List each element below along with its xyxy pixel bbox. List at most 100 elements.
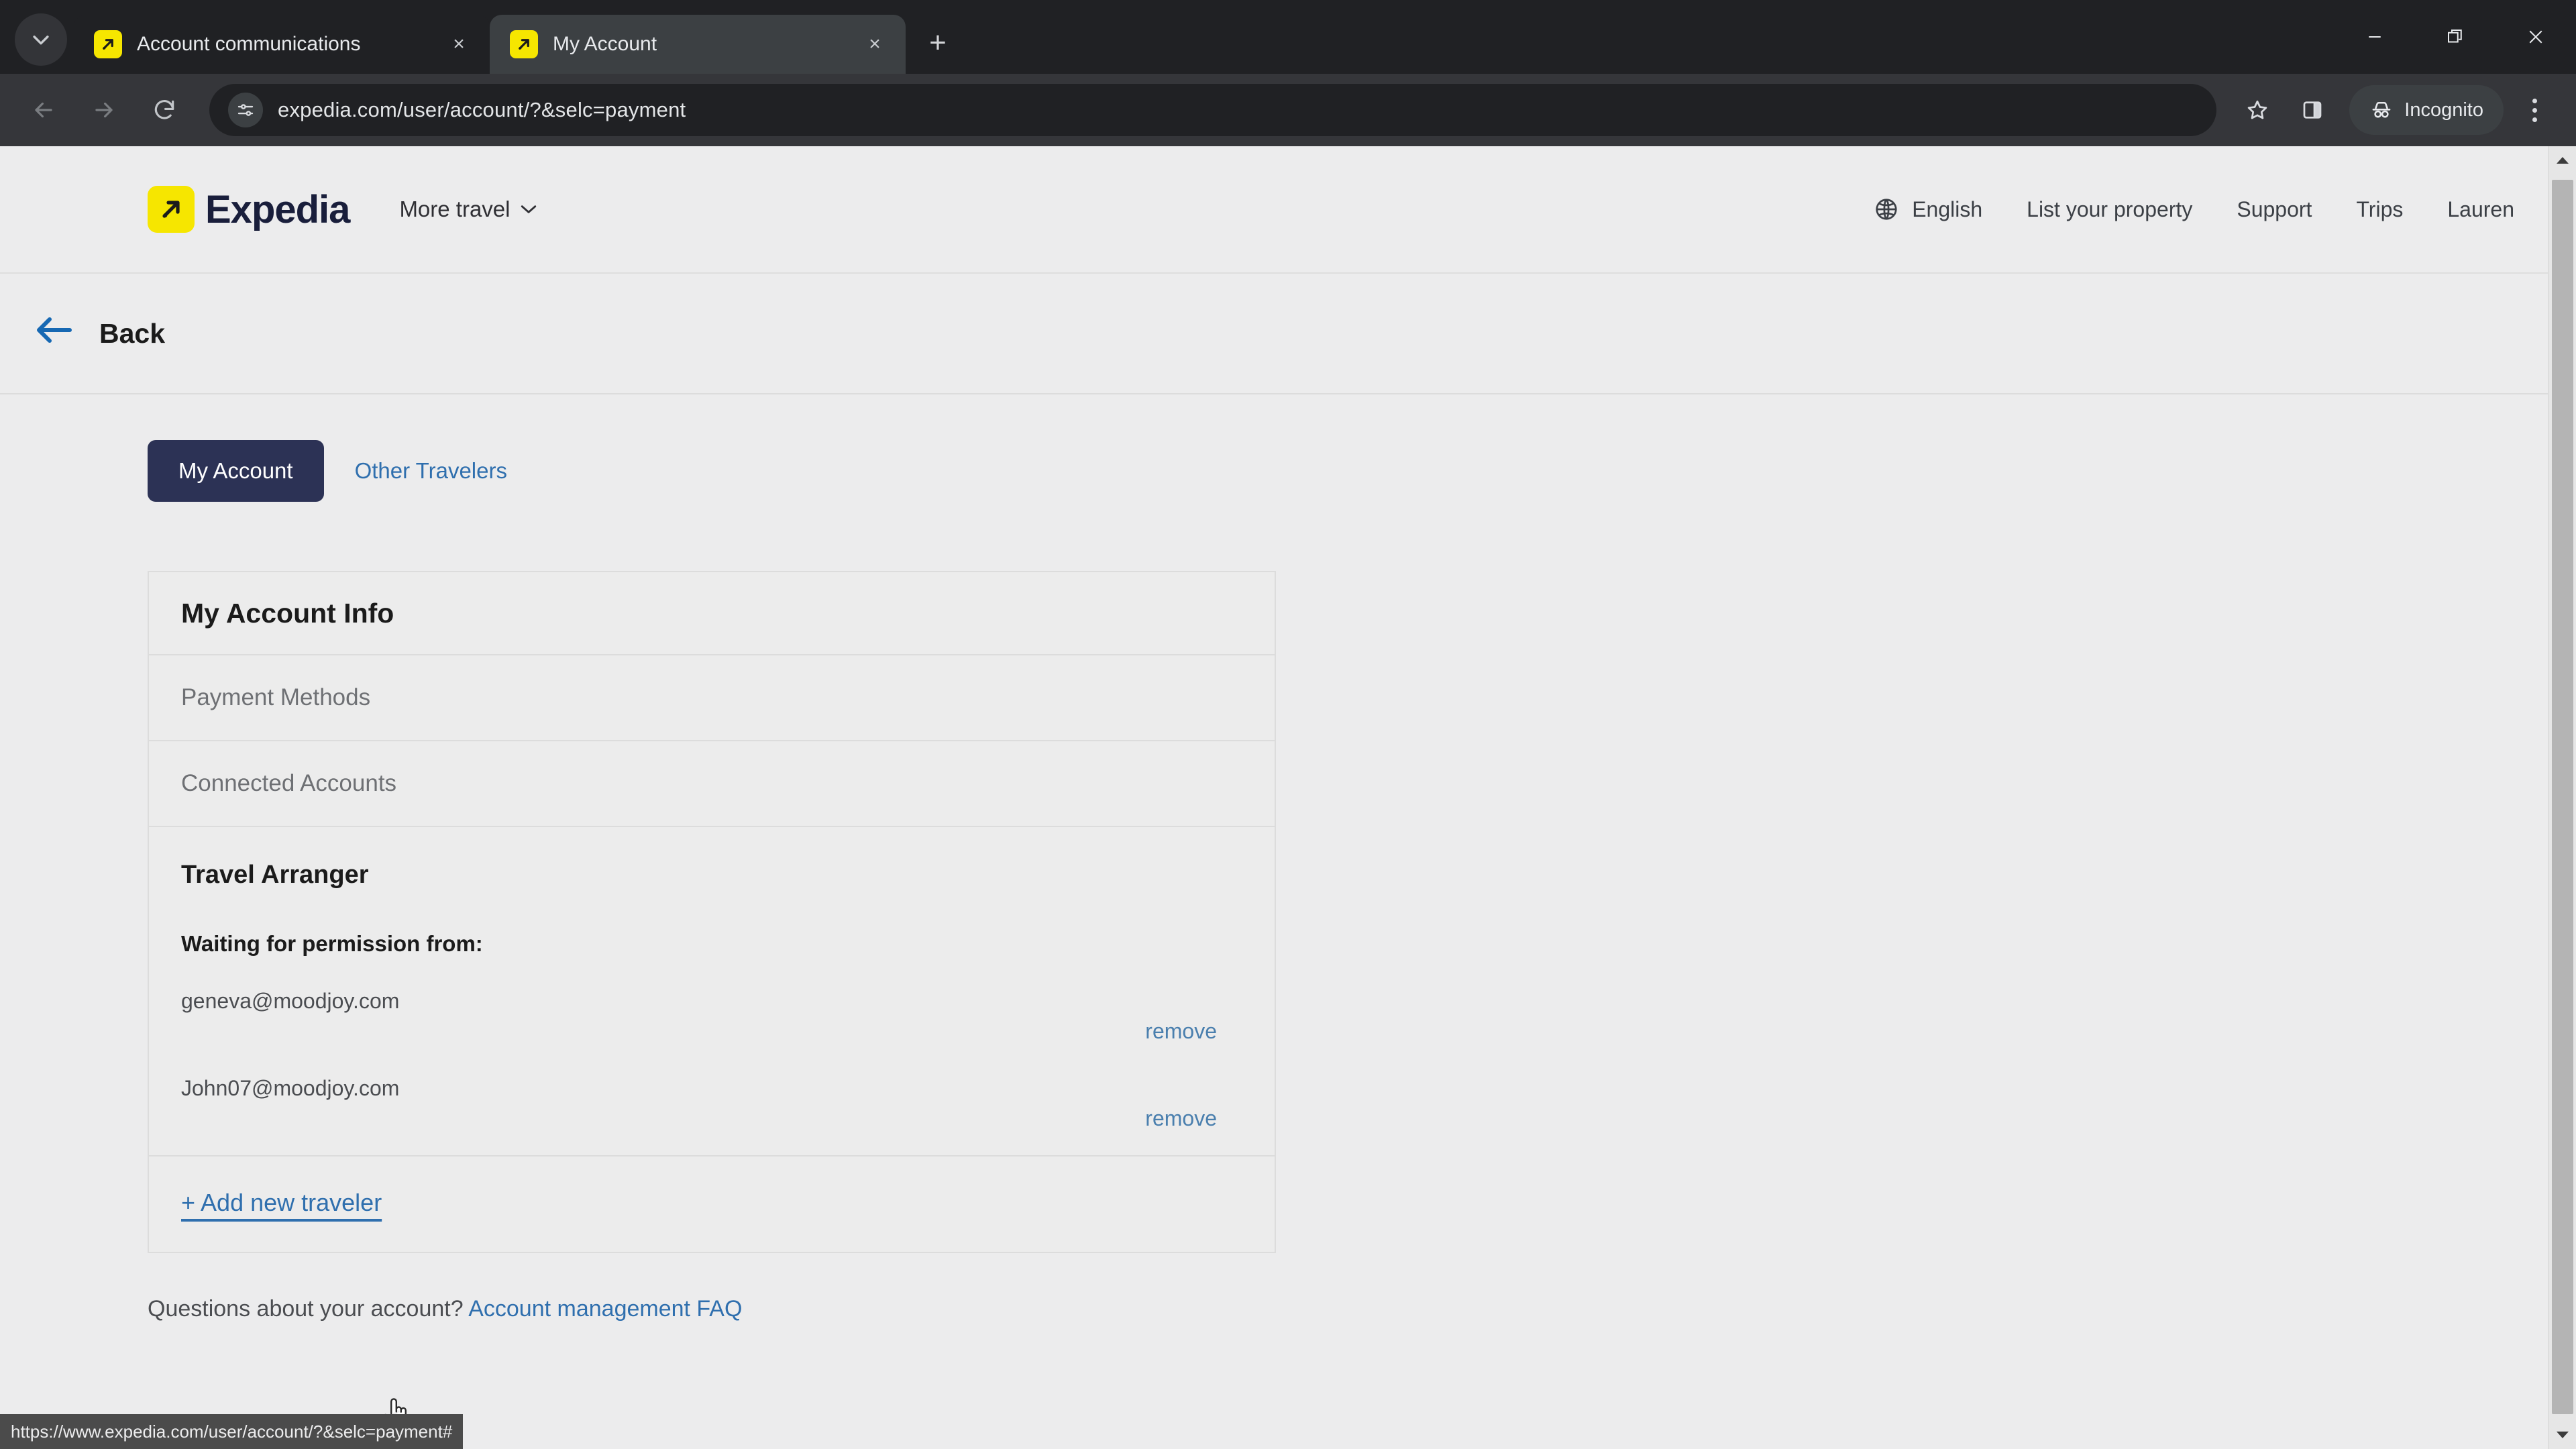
nav-support[interactable]: Support [2237,197,2312,222]
header-nav: English List your property Support Trips… [1874,197,2514,222]
add-new-traveler-link[interactable]: + Add new traveler [181,1189,382,1217]
tab-close-button[interactable]: × [443,28,475,60]
back-arrow-icon[interactable] [35,315,72,352]
kebab-dot [2532,98,2537,103]
connected-accounts-label: Connected Accounts [181,770,397,796]
url-text[interactable]: expedia.com/user/account/?&selc=payment [278,98,686,122]
page-viewport: Expedia More travel English List your pr… [0,146,2576,1449]
tab-search-button[interactable] [15,13,67,66]
browser-tab-2[interactable]: My Account × [490,15,906,74]
more-travel-menu[interactable]: More travel [399,197,537,222]
scrollbar-thumb[interactable] [2552,180,2573,1414]
bookmark-button[interactable] [2233,85,2282,135]
arrow-left-icon [35,102,52,118]
globe-icon [1876,199,1897,220]
browser-window: Account communications × My Account × + [0,0,2576,1449]
nav-list-property[interactable]: List your property [2027,197,2192,222]
incognito-label: Incognito [2404,99,2483,121]
status-url: https://www.expedia.com/user/account/?&s… [11,1421,453,1442]
forward-button[interactable] [78,84,130,136]
nav-trips[interactable]: Trips [2356,197,2403,222]
scroll-down-button[interactable] [2548,1421,2576,1449]
travel-arranger-section: Travel Arranger Waiting for permission f… [149,827,1275,1157]
triangle-down-icon [2557,1432,2569,1438]
scroll-up-button[interactable] [2548,146,2576,174]
nav-language[interactable]: English [1874,197,1982,222]
arrow-left-icon [37,317,72,343]
card-header-row: My Account Info [149,572,1275,655]
tab-my-account[interactable]: My Account [148,440,324,502]
minimize-button[interactable] [2334,0,2415,74]
browser-toolbar: expedia.com/user/account/?&selc=payment … [0,74,2576,146]
arrow-right-icon [95,102,113,118]
expedia-logo-icon [148,186,195,233]
tune-icon [237,104,254,116]
toolbar-right: Incognito [2227,85,2559,135]
restore-icon [2448,30,2462,43]
nav-account[interactable]: Lauren [2447,197,2514,222]
browser-tab-1[interactable]: Account communications × [74,15,490,74]
nav-language-label: English [1912,197,1983,221]
site-header: Expedia More travel English List your pr… [0,146,2576,274]
kebab-dot [2532,107,2537,113]
waiting-permission-label: Waiting for permission from: [181,931,483,956]
expedia-arrow-icon [519,39,529,50]
back-button[interactable] [17,84,70,136]
reload-button[interactable] [138,84,191,136]
browser-menu-button[interactable] [2510,85,2559,135]
side-panel-button[interactable] [2288,85,2337,135]
close-window-button[interactable] [2496,0,2576,74]
brand-name: Expedia [205,187,350,231]
minimize-icon [2369,36,2381,38]
remove-traveler-link[interactable]: remove [1145,1106,1217,1131]
page-content: My Account Other Travelers My Account In… [0,394,2576,1322]
expedia-favicon [94,30,122,58]
account-management-faq-link[interactable]: Account management FAQ [468,1296,742,1322]
tab-other-travelers[interactable]: Other Travelers [324,440,538,502]
card-title: My Account Info [181,597,394,629]
expedia-arrow-icon [103,39,113,50]
new-tab-button[interactable]: + [918,23,958,63]
expedia-arrow-icon [162,201,180,218]
footer-question: Questions about your account? [148,1296,464,1322]
side-panel-icon [2303,101,2322,119]
remove-wrap: remove [181,1019,1242,1044]
incognito-indicator[interactable]: Incognito [2349,85,2504,135]
more-travel-label: More travel [399,197,511,221]
browser-tab-title: My Account [553,33,657,55]
star-icon [2248,100,2267,119]
page-footer: Questions about your account? Account ma… [148,1296,2576,1322]
triangle-up-icon [2556,157,2569,164]
expedia-favicon [510,30,538,58]
expedia-logo[interactable]: Expedia [148,186,350,233]
address-bar[interactable]: expedia.com/user/account/?&selc=payment [209,84,2217,136]
close-icon [2529,30,2542,44]
traveler-email: John07@moodjoy.com [181,1076,400,1100]
tab-close-button[interactable]: × [859,28,891,60]
maximize-restore-button[interactable] [2415,0,2496,74]
remove-traveler-link[interactable]: remove [1145,1019,1217,1044]
payment-methods-label: Payment Methods [181,684,371,710]
window-controls [2334,0,2576,74]
my-account-info-card: My Account Info Payment Methods Connecte… [148,571,1276,1253]
incognito-icon [2372,101,2391,118]
traveler-email: geneva@moodjoy.com [181,989,400,1013]
page-scrollbar[interactable] [2548,146,2576,1449]
pending-traveler-row: geneva@moodjoy.com remove [181,989,1242,1044]
travel-arranger-title: Travel Arranger [181,861,369,889]
back-bar[interactable]: Back [0,274,2576,394]
site-settings-icon[interactable] [228,93,263,127]
reload-icon [154,100,174,119]
card-footer: + Add new traveler [149,1157,1275,1252]
back-label: Back [99,317,166,349]
pending-traveler-row: John07@moodjoy.com remove [181,1076,1242,1131]
kebab-dot [2532,117,2537,122]
browser-tab-title: Account communications [137,33,361,55]
card-row-connected-accounts[interactable]: Connected Accounts [149,741,1275,827]
remove-wrap: remove [181,1106,1242,1131]
account-tabs: My Account Other Travelers [148,440,2576,502]
chevron-down-icon [33,36,49,45]
link-status-bar: https://www.expedia.com/user/account/?&s… [0,1414,464,1449]
card-row-payment-methods[interactable]: Payment Methods [149,655,1275,741]
chevron-down-icon [521,205,536,213]
